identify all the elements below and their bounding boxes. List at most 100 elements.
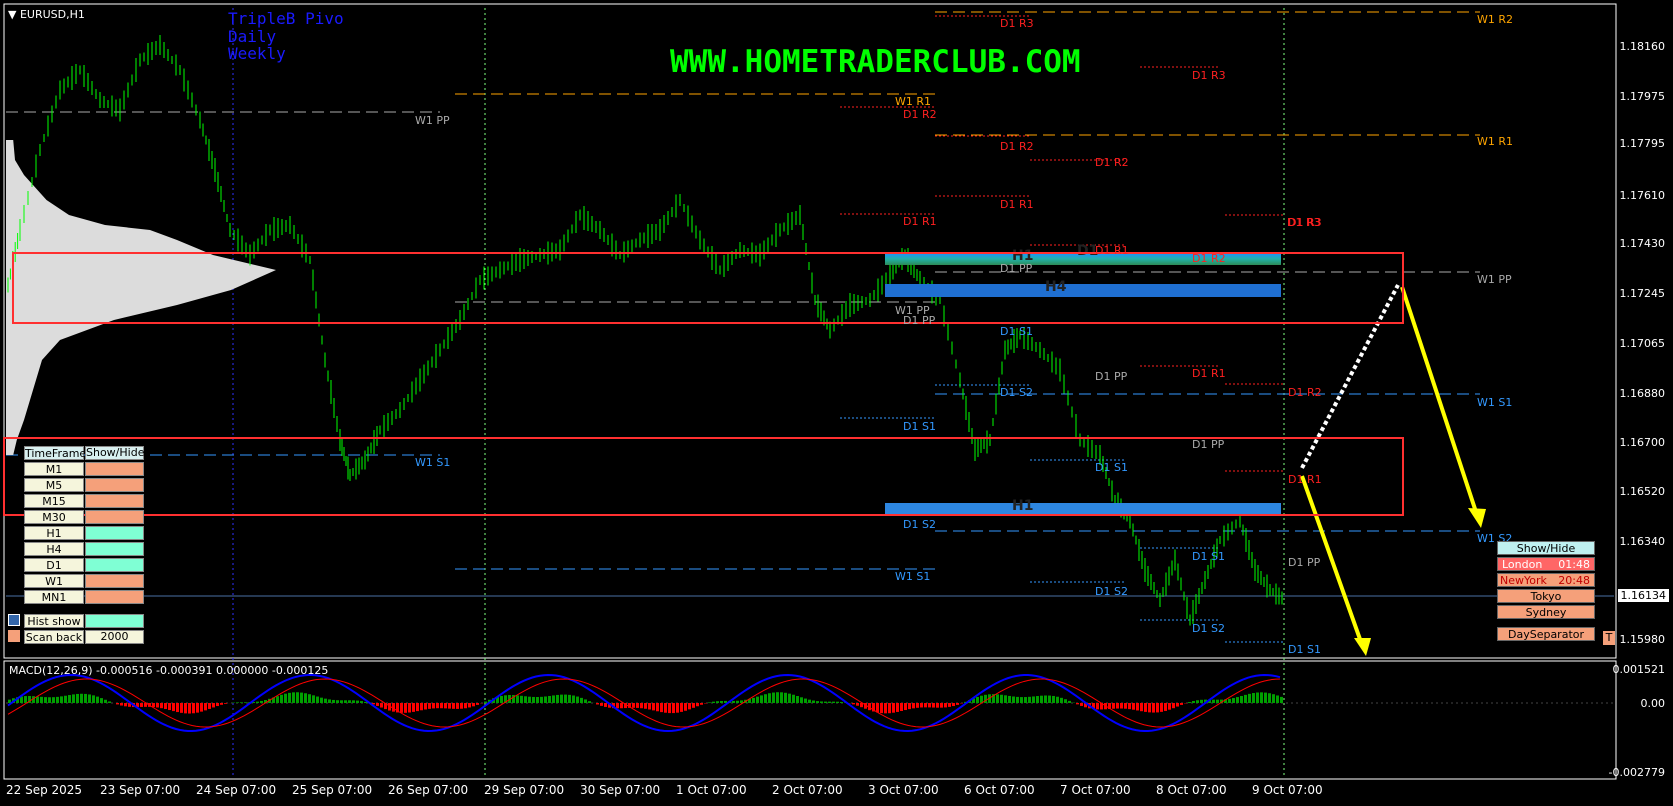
tf-toggle[interactable] (85, 494, 144, 508)
macd-bar (948, 703, 951, 707)
macd-bar (320, 697, 323, 703)
save-icon[interactable] (8, 614, 20, 626)
macd-bar (952, 703, 955, 707)
macd-bar (804, 698, 807, 703)
macd-bar (652, 703, 655, 711)
pivot-label: D1 S1 (1288, 643, 1321, 656)
tf-toggle[interactable] (85, 558, 144, 572)
macd-bar (176, 703, 179, 713)
macd-bar (1028, 696, 1031, 703)
day-separator-button[interactable]: DaySeparator (1497, 627, 1595, 641)
macd-bar (908, 703, 911, 710)
macd-bar (884, 703, 887, 714)
macd-bar (588, 701, 591, 703)
macd-bar (1264, 692, 1267, 703)
macd-bar (1252, 693, 1255, 703)
macd-bar (456, 703, 459, 709)
macd-bar (236, 702, 239, 703)
tf-row-m5: M5 (24, 478, 144, 492)
t-button[interactable]: T (1603, 631, 1615, 645)
time-tick: 1 Oct 07:00 (676, 783, 747, 797)
chart-canvas[interactable] (0, 0, 1673, 806)
macd-bar (824, 701, 827, 703)
macd-bar (100, 698, 103, 703)
session-london[interactable]: London 01:48 (1497, 557, 1595, 571)
macd-bar (584, 699, 587, 703)
macd-bar (192, 703, 195, 714)
session-newyork[interactable]: NewYork 20:48 (1497, 573, 1595, 587)
macd-bar (52, 697, 55, 703)
macd-bar (200, 703, 203, 712)
tf-toggle[interactable] (85, 542, 144, 556)
macd-bar (580, 697, 583, 703)
pivot-label: D1 R3 (1192, 69, 1226, 82)
tf-toggle[interactable] (85, 478, 144, 492)
macd-bar (380, 703, 383, 708)
pivot-label: D1 S1 (1000, 325, 1033, 338)
macd-bar (912, 703, 915, 709)
tf-toggle[interactable] (85, 574, 144, 588)
tf-toggle[interactable] (85, 510, 144, 524)
tf-toggle[interactable] (85, 462, 144, 476)
tf-toggle[interactable] (85, 526, 144, 540)
macd-bar (472, 703, 475, 707)
session-name: London (1502, 558, 1543, 571)
session-toggle-button[interactable]: Show/Hide (1497, 541, 1595, 555)
time-tick: 25 Sep 07:00 (292, 783, 373, 797)
macd-bar (1056, 696, 1059, 703)
macd-bar (312, 695, 315, 703)
macd-bar (184, 703, 187, 714)
macd-bar (156, 703, 159, 708)
macd-bar (820, 701, 823, 703)
price-tick: 1.15980 (1619, 633, 1666, 646)
macd-bar (56, 696, 59, 703)
macd-bar (440, 703, 443, 709)
price-tick: 1.17975 (1619, 90, 1666, 103)
macd-bar (936, 703, 939, 708)
tf-toggle[interactable] (85, 590, 144, 604)
scan-back-input[interactable]: 2000 (85, 630, 144, 644)
macd-bar (540, 696, 543, 703)
macd-bar (716, 701, 719, 703)
session-tokyo[interactable]: Tokyo (1497, 589, 1595, 603)
pivot-label: W1 R1 (895, 95, 932, 108)
pivot-label: W1 PP (1477, 273, 1512, 286)
macd-bar (620, 703, 623, 709)
macd-bar (444, 703, 447, 709)
pivot-label: D1 R1 (1192, 367, 1226, 380)
macd-bar (424, 703, 427, 710)
macd-bar (336, 700, 339, 703)
time-tick: 8 Oct 07:00 (1156, 783, 1227, 797)
price-candles (7, 35, 1283, 626)
macd-bar (1064, 699, 1067, 703)
macd-bar (916, 703, 919, 708)
macd-bar (684, 703, 687, 711)
scan-back-swatch[interactable] (8, 630, 20, 642)
macd-bar (1048, 695, 1051, 703)
macd-bar (208, 703, 211, 709)
macd-bar (632, 703, 635, 708)
macd-bar (924, 703, 927, 708)
pivot-label: D1 R1 (903, 215, 937, 228)
macd-bar (1172, 703, 1175, 709)
pivot-label: D1 R2 (903, 108, 937, 121)
macd-bar (352, 700, 355, 703)
macd-bar (764, 694, 767, 703)
macd-bar (524, 696, 527, 703)
session-sydney[interactable]: Sydney (1497, 605, 1595, 619)
hist-show-toggle[interactable] (85, 614, 144, 628)
macd-bar (760, 695, 763, 703)
symbol-label[interactable]: ▼ EURUSD,H1 (8, 8, 85, 21)
tf-name: M1 (24, 462, 84, 476)
time-tick: 22 Sep 2025 (6, 783, 83, 797)
macd-bar (816, 701, 819, 703)
pivot-label: D1 PP (1000, 262, 1033, 275)
macd-bar (1164, 703, 1167, 711)
macd-bar (552, 695, 555, 703)
macd-bar (808, 699, 811, 703)
tf-toggle-header[interactable]: Show/Hide (85, 446, 144, 460)
macd-bar (1256, 692, 1259, 703)
pivot-label: D1 S1 (1192, 550, 1225, 563)
macd-bar (800, 697, 803, 703)
macd-bar (1192, 700, 1195, 703)
